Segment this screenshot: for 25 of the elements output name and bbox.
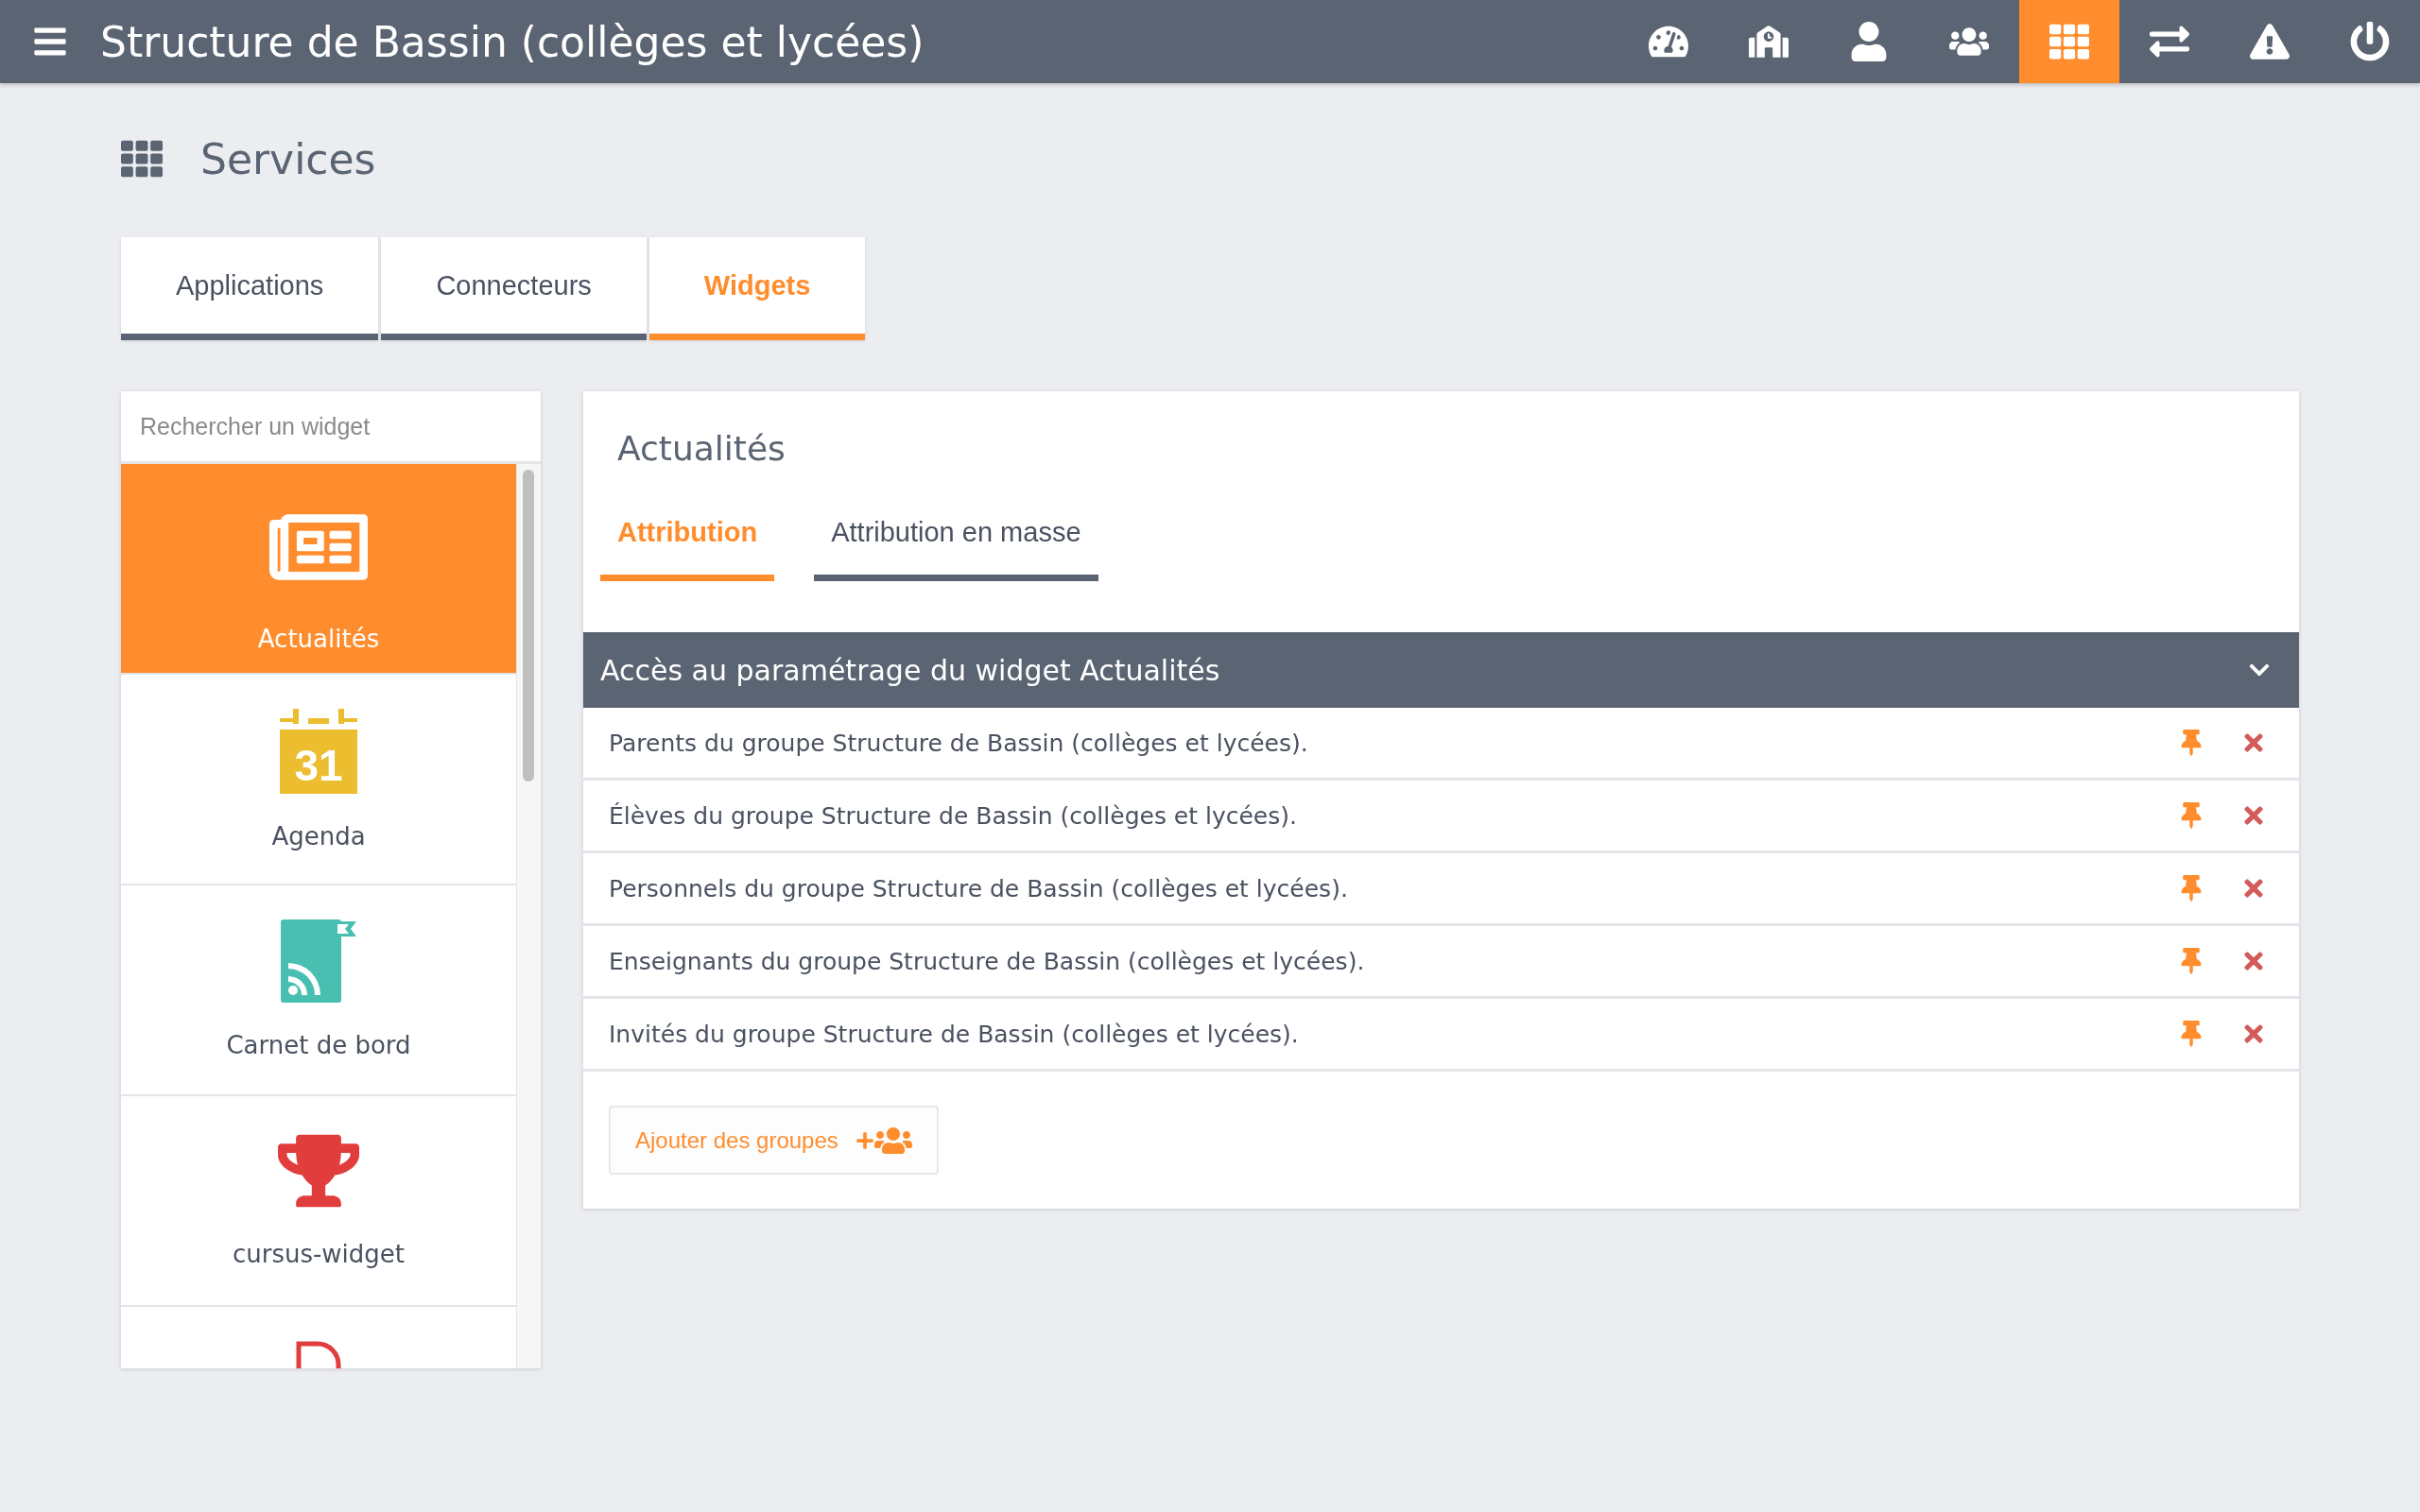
widget-item[interactable]: cursus-widget: [121, 1096, 516, 1307]
tab[interactable]: Applications: [121, 237, 379, 340]
document-icon: [295, 1341, 342, 1368]
app-title: Structure de Bassin (collèges et lycées): [100, 16, 925, 68]
panel-title: Actualités: [616, 428, 786, 468]
grid-icon: [121, 138, 163, 180]
rss-notebook-icon: [281, 919, 356, 1003]
tab[interactable]: Connecteurs: [381, 237, 647, 340]
widget-label: Actualités: [257, 625, 380, 653]
widget-item[interactable]: 31 Agenda: [121, 675, 516, 885]
scrollbar[interactable]: [516, 464, 541, 1368]
scrollbar-thumb[interactable]: [523, 470, 534, 782]
group-name: Personnels du groupe Structure de Bassin (collèges et lycées).: [609, 874, 1349, 902]
group-name: Parents du groupe Structure de Bassin (collèges et lycées).: [609, 729, 1309, 757]
search-field[interactable]: Rechercher un widget: [121, 391, 541, 464]
group-name: Invités du groupe Structure de Bassin (collèges et lycées).: [609, 1020, 1300, 1048]
widget-item[interactable]: Carnet de bord: [121, 885, 516, 1096]
tab[interactable]: Attribution en masse: [814, 517, 1098, 581]
widget-label: Agenda: [271, 822, 366, 850]
group-name: Élèves du groupe Structure de Bassin (collèges et lycées).: [609, 801, 1298, 830]
widget-label: Carnet de bord: [226, 1031, 411, 1059]
accordion-header[interactable]: Accès au paramétrage du widget Actualités: [583, 632, 2299, 708]
widget-label: cursus-widget: [232, 1240, 406, 1268]
page-title: Services: [200, 134, 376, 183]
group-name: Enseignants du groupe Structure de Bassin (collèges et lycées).: [609, 947, 1366, 975]
